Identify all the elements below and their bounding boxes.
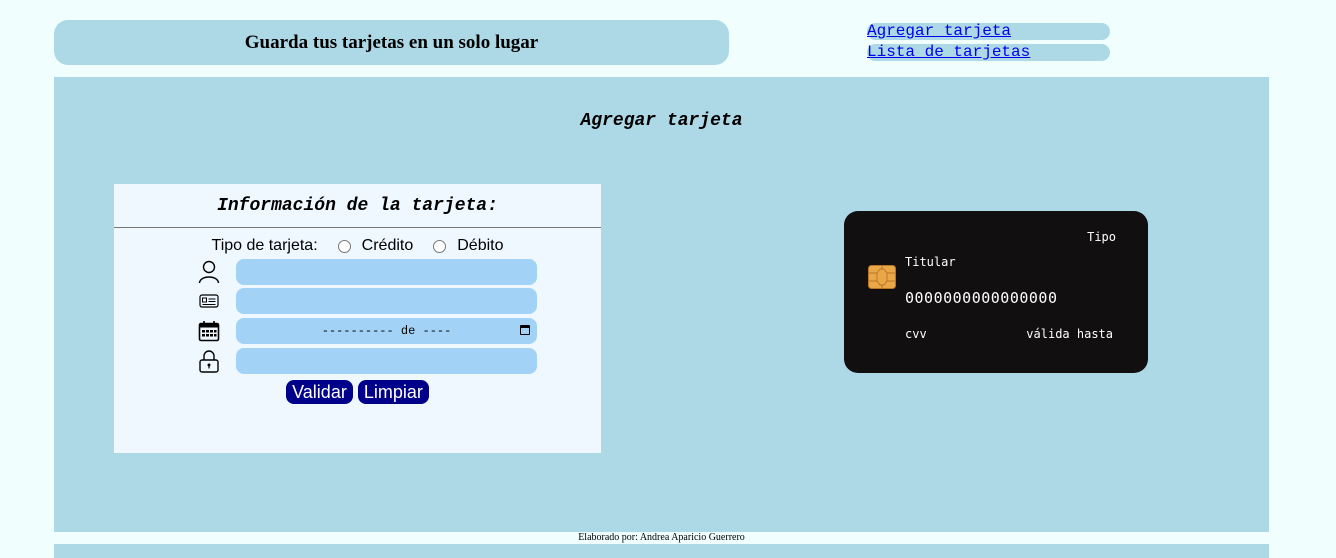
card-number-text: 0000000000000000 [905,289,1058,307]
top-nav: Agregar tarjeta Lista de tarjetas [867,23,1110,65]
card-form: Información de la tarjeta: Tipo de tarje… [114,184,601,453]
holder-row [198,259,537,285]
credit-radio[interactable] [337,239,351,253]
calendar-picker-icon[interactable] [520,325,530,335]
holder-input[interactable] [236,259,537,285]
validate-button[interactable]: Validar [286,380,353,404]
number-row [198,288,537,314]
footer-bottom-bar [54,544,1269,558]
main-panel: Agregar tarjeta Información de la tarjet… [54,77,1269,532]
page-title: Agregar tarjeta [580,111,743,131]
card-type-text: Tipo [1087,230,1116,244]
debit-radio[interactable] [433,239,447,253]
expiry-placeholder: ---------- de ---- [321,324,452,338]
form-heading: Información de la tarjeta: [114,184,601,228]
footer: Elaborado por: Andrea Aparicio Guerrero [54,532,1269,544]
calendar-icon [198,320,220,342]
card-holder-text: Titular [905,255,956,269]
card-type-label: Tipo de tarjeta: [211,237,318,254]
card-cvv-text: cvv [905,327,927,341]
card-number-input[interactable] [236,288,537,314]
nav-card-list-link[interactable]: Lista de tarjetas [867,44,1110,61]
footer-credit: Elaborado por: Andrea Aparicio Guerrero [578,532,745,543]
form-buttons: Validar Limpiar [114,380,601,404]
nav-add-card-link[interactable]: Agregar tarjeta [867,23,1110,40]
site-title: Guarda tus tarjetas en un solo lugar [54,20,729,65]
expiry-input[interactable]: ---------- de ---- [236,318,537,344]
user-icon [198,260,220,284]
card-chip-icon [868,265,896,292]
debit-label: Débito [457,237,504,254]
lock-icon [198,350,220,373]
cvv-row [198,348,537,374]
card-valid-until-text: válida hasta [1026,327,1113,341]
clear-button[interactable]: Limpiar [357,380,429,404]
expiry-row: ---------- de ---- [198,318,537,344]
id-card-icon [198,290,220,312]
cvv-input[interactable] [236,348,537,374]
card-type-row: Tipo de tarjeta: Crédito Débito [114,237,601,255]
card-preview: Tipo Titular 0000000000000000 cvv válida… [844,211,1148,373]
credit-label: Crédito [361,237,414,254]
